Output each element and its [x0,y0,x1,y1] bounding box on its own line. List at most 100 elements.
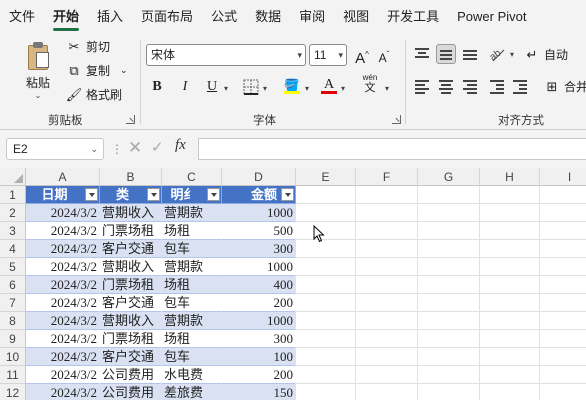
table-cell[interactable]: 500 [222,222,296,240]
table-cell[interactable]: 门票场租 [100,222,162,240]
table-cell[interactable]: 客户交通 [100,348,162,366]
empty-cell[interactable] [540,204,586,222]
empty-cell[interactable] [356,348,418,366]
table-cell[interactable]: 2024/3/2 [26,258,100,276]
align-center-icon[interactable] [436,76,456,96]
row-header[interactable]: 8 [0,312,26,330]
column-header[interactable]: F [356,168,418,186]
table-cell[interactable]: 水电费 [162,366,222,384]
chevron-down-icon[interactable]: ▾ [224,84,228,93]
bold-button[interactable]: B [146,76,168,98]
table-cell[interactable]: 2024/3/2 [26,222,100,240]
decrease-indent-icon[interactable] [487,76,507,96]
enter-icon[interactable]: ✓ [151,138,164,156]
column-header[interactable]: C [162,168,222,186]
table-cell[interactable]: 1000 [222,312,296,330]
table-cell[interactable]: 营期收入 [100,258,162,276]
table-cell[interactable]: 营期款 [162,312,222,330]
empty-cell[interactable] [540,222,586,240]
table-cell[interactable]: 门票场租 [100,330,162,348]
empty-cell[interactable] [480,294,540,312]
menu-tab[interactable]: 开始 [44,0,88,34]
table-cell[interactable]: 场租 [162,276,222,294]
increase-indent-icon[interactable] [510,76,530,96]
merge-center-button[interactable]: ⊞ 合并 [544,78,586,95]
empty-cell[interactable] [418,186,480,204]
column-header[interactable]: A [26,168,100,186]
table-cell[interactable]: 2024/3/2 [26,348,100,366]
empty-cell[interactable] [540,384,586,400]
align-left-icon[interactable] [412,76,432,96]
empty-cell[interactable] [296,312,356,330]
empty-cell[interactable] [418,276,480,294]
column-header[interactable]: I [540,168,586,186]
table-cell[interactable]: 包车 [162,240,222,258]
empty-cell[interactable] [356,258,418,276]
font-color-button[interactable]: A [318,74,340,96]
empty-cell[interactable] [418,348,480,366]
table-cell[interactable]: 150 [222,384,296,400]
table-cell[interactable]: 100 [222,348,296,366]
column-header[interactable]: E [296,168,356,186]
empty-cell[interactable] [356,186,418,204]
menu-tab[interactable]: 页面布局 [132,0,202,34]
underline-button[interactable]: U [201,76,223,98]
increase-font-button[interactable]: A^ [351,44,373,67]
table-cell[interactable]: 包车 [162,348,222,366]
empty-cell[interactable] [480,384,540,400]
table-cell[interactable]: 300 [222,240,296,258]
table-cell[interactable]: 场租 [162,222,222,240]
spreadsheet-grid[interactable]: A B C D E F G H I 1 2 3 4 5 6 7 8 9 10 11 12 日期类明纟 金额 2024/3/2 营… [0,168,586,400]
empty-cell[interactable] [356,366,418,384]
chevron-down-icon[interactable]: ▾ [385,84,389,93]
column-header[interactable]: B [100,168,162,186]
align-top-icon[interactable] [412,44,432,64]
empty-cell[interactable] [418,294,480,312]
row-header[interactable]: 10 [0,348,26,366]
table-cell[interactable]: 营期收入 [100,312,162,330]
empty-cell[interactable] [540,240,586,258]
empty-cell[interactable] [418,222,480,240]
table-cell[interactable]: 客户交通 [100,240,162,258]
empty-cell[interactable] [418,312,480,330]
empty-cell[interactable] [356,276,418,294]
name-box[interactable]: E2 ⌄ [6,138,104,160]
formula-input[interactable] [198,138,586,160]
table-cell[interactable]: 2024/3/2 [26,330,100,348]
filter-dropdown-icon[interactable] [207,188,220,201]
menu-tab[interactable]: 审阅 [290,0,334,34]
empty-cell[interactable] [480,204,540,222]
empty-cell[interactable] [296,258,356,276]
table-cell[interactable]: 2024/3/2 [26,276,100,294]
filter-dropdown-icon[interactable] [85,188,98,201]
filter-dropdown-icon[interactable] [281,188,294,201]
column-header[interactable]: H [480,168,540,186]
empty-cell[interactable] [296,294,356,312]
empty-cell[interactable] [418,384,480,400]
menu-tab[interactable]: 开发工具 [378,0,448,34]
table-cell[interactable]: 300 [222,330,296,348]
menu-tab[interactable]: 公式 [202,0,246,34]
select-all-button[interactable] [0,168,26,186]
empty-cell[interactable] [480,186,540,204]
copy-button[interactable]: ⧉ 复制 ⌄ [66,62,127,79]
chevron-down-icon[interactable]: ⌄ [90,139,98,159]
table-cell[interactable]: 营期款 [162,204,222,222]
table-cell[interactable]: 1000 [222,258,296,276]
decrease-font-button[interactable]: Aˇ [373,44,395,66]
empty-cell[interactable] [540,276,586,294]
empty-cell[interactable] [296,186,356,204]
table-cell[interactable]: 公司费用 [100,366,162,384]
phonetic-button[interactable]: wén 文 [357,72,383,94]
chevron-down-icon[interactable]: ⌄ [20,91,56,100]
empty-cell[interactable] [296,348,356,366]
empty-cell[interactable] [480,366,540,384]
table-cell[interactable]: 200 [222,366,296,384]
empty-cell[interactable] [296,222,356,240]
table-cell[interactable]: 公司费用 [100,384,162,400]
empty-cell[interactable] [480,312,540,330]
table-cell[interactable]: 客户交通 [100,294,162,312]
empty-cell[interactable] [540,330,586,348]
table-cell[interactable]: 营期款 [162,258,222,276]
empty-cell[interactable] [296,384,356,400]
